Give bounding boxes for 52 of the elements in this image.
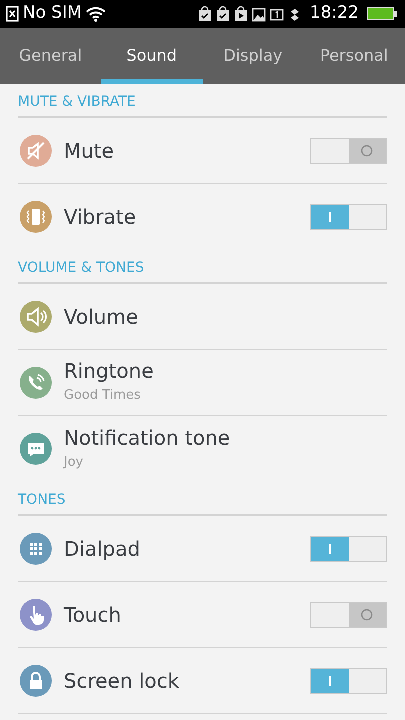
play-store-icon <box>234 6 248 22</box>
settings-row[interactable]: Touch <box>18 582 387 648</box>
lock-icon <box>20 664 52 696</box>
chat-icon <box>20 433 52 465</box>
toggle-switch[interactable] <box>310 138 387 164</box>
tab[interactable]: Personal <box>304 28 405 84</box>
on-mark-icon <box>328 212 331 222</box>
setting-label: Volume <box>64 304 138 328</box>
tab[interactable]: General <box>0 28 102 84</box>
toggle-switch[interactable] <box>310 668 387 694</box>
on-mark-icon <box>328 676 331 686</box>
settings-row[interactable]: Mute <box>18 118 387 184</box>
toggle-switch[interactable] <box>310 602 387 628</box>
section-header: TONES <box>18 482 387 516</box>
setting-summary: Joy <box>64 454 84 472</box>
mute-icon <box>20 134 52 166</box>
toggle-switch[interactable] <box>310 536 387 562</box>
on-mark-icon <box>328 544 331 554</box>
vibrate-icon <box>20 201 52 233</box>
shopping-bag-icon <box>216 6 230 22</box>
settings-row[interactable]: Screen lock <box>18 648 387 714</box>
sim-icon <box>6 6 19 22</box>
speaker-icon <box>20 300 52 332</box>
setting-summary: Good Times <box>64 387 142 406</box>
settings-row[interactable]: Ringtone Good Times <box>18 350 387 416</box>
setting-label: Screen lock <box>64 668 180 692</box>
setting-label: Notification tone <box>64 426 230 450</box>
battery-icon <box>367 6 397 22</box>
settings-row[interactable]: Dialpad <box>18 516 387 582</box>
section-header: VOLUME & TONES <box>18 250 387 284</box>
section-header: MUTE & VIBRATE <box>18 84 387 118</box>
setting-label: Touch <box>64 602 122 626</box>
setting-label: Dialpad <box>64 536 140 560</box>
dialpad-icon <box>20 532 52 564</box>
off-mark-icon <box>361 608 374 620</box>
clock-text: 18:22 <box>310 2 359 26</box>
image-icon <box>252 6 266 22</box>
setting-label: Ringtone <box>64 359 154 384</box>
settings-row[interactable]: Vibrate <box>18 184 387 250</box>
off-mark-icon <box>361 144 374 156</box>
setting-label: Vibrate <box>64 205 136 229</box>
settings-row[interactable]: Volume <box>18 284 387 350</box>
shopping-bag-icon <box>198 6 212 22</box>
tab[interactable]: Sound <box>101 28 202 84</box>
carrier-text: No SIM <box>23 2 82 26</box>
settings-row[interactable]: Notification tone Joy <box>18 416 387 482</box>
hand-icon <box>20 598 52 630</box>
setting-label: Mute <box>64 138 114 162</box>
toggle-switch[interactable] <box>310 204 387 230</box>
tab[interactable]: Display <box>202 28 304 84</box>
wifi-icon <box>86 6 106 22</box>
phone-icon <box>20 366 52 398</box>
